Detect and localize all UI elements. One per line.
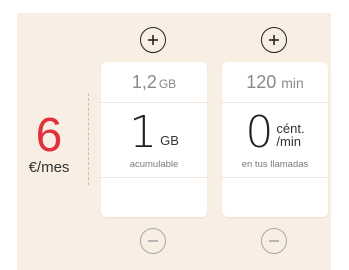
price-display: 6 €/mes bbox=[20, 109, 78, 177]
data-current-unit: GB bbox=[158, 77, 177, 91]
price-amount: 6 bbox=[35, 109, 63, 162]
calls-current-unit: min bbox=[281, 75, 304, 91]
calls-plus-button[interactable] bbox=[261, 27, 287, 53]
calls-minus-button[interactable] bbox=[261, 228, 287, 254]
calls-card: 120 min 0 cént. /min en tus llamadas bbox=[222, 62, 328, 217]
data-current-value: 1,2 GB bbox=[101, 62, 207, 103]
calls-unit-line2: /min bbox=[276, 134, 301, 149]
calls-current-number: 120 bbox=[246, 71, 277, 92]
data-option: 1 GB acumulable bbox=[101, 103, 207, 178]
minus-icon bbox=[269, 240, 279, 242]
calls-option: 0 cént. /min en tus llamadas bbox=[222, 103, 328, 178]
plus-icon bbox=[269, 35, 279, 45]
data-plus-button[interactable] bbox=[140, 27, 166, 53]
minus-icon bbox=[148, 240, 158, 242]
calls-subtitle: en tus llamadas bbox=[241, 159, 309, 170]
dotted-divider bbox=[88, 93, 89, 185]
calls-main-unit: cént. /min bbox=[276, 122, 304, 148]
data-main-unit: GB bbox=[160, 133, 179, 148]
data-subtitle: acumulable bbox=[129, 159, 179, 170]
data-current-number: 1,2 bbox=[131, 71, 157, 92]
calls-current-value: 120 min bbox=[222, 62, 328, 103]
price-unit: €/mes bbox=[28, 159, 70, 176]
plus-icon bbox=[148, 35, 158, 45]
data-card: 1,2 GB 1 GB acumulable bbox=[101, 62, 207, 217]
calls-main-value: 0 bbox=[245, 107, 274, 158]
data-main-value: 1 bbox=[129, 107, 158, 158]
data-minus-button[interactable] bbox=[140, 228, 166, 254]
